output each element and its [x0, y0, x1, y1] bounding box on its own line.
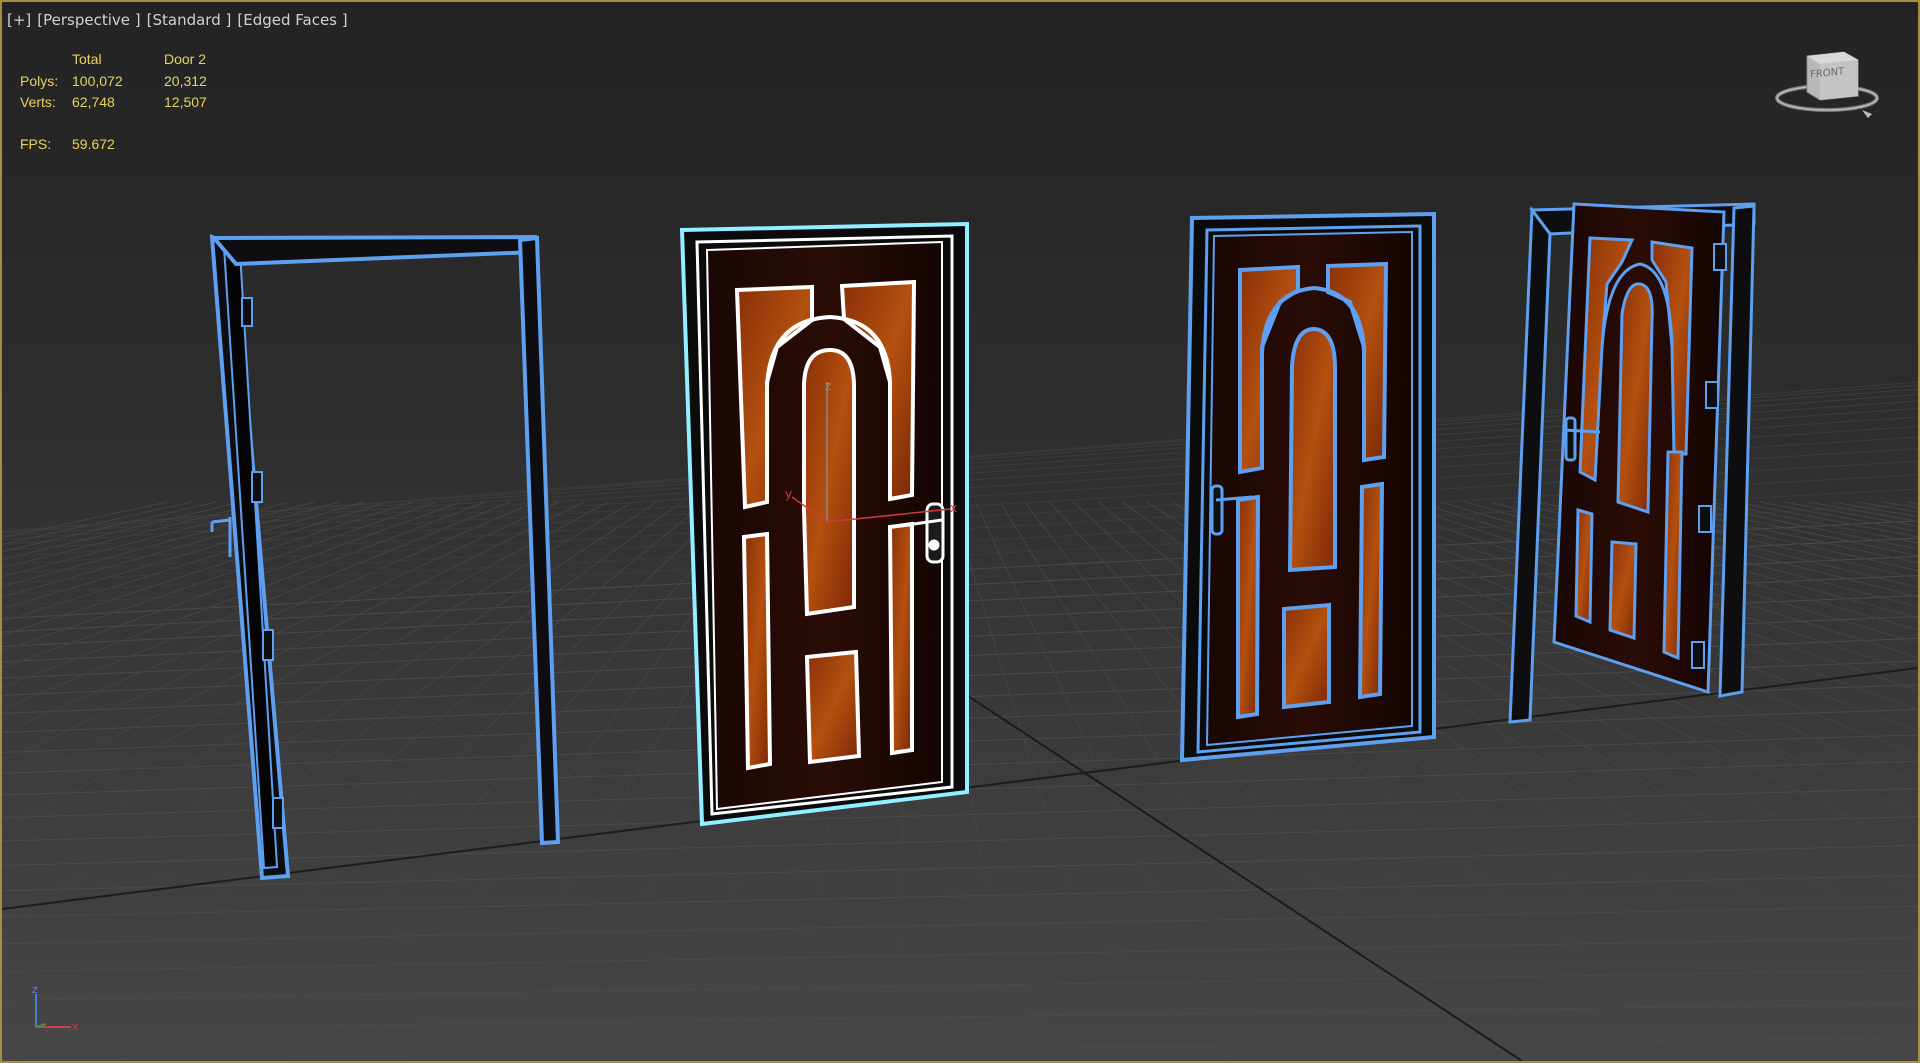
door-3[interactable]: [1179, 211, 1436, 763]
stats-total-header: Total: [72, 51, 102, 67]
perspective-viewport[interactable]: z y x [+] [Perspective] [Standard] [Ed…: [0, 0, 1920, 1063]
gizmo-z-label: z: [825, 379, 831, 393]
viewcube-icon[interactable]: [1772, 48, 1882, 128]
stats-fps-label: FPS:: [20, 136, 52, 152]
stats-verts-total: 62,748: [72, 94, 115, 110]
door-2-selected[interactable]: z y x: [679, 221, 969, 827]
stats-polys-label: Polys:: [20, 73, 59, 89]
stats-polys-total: 100,072: [72, 73, 123, 89]
stats-selected-header: Door 2: [164, 51, 207, 67]
axis-x-label: x: [72, 1020, 79, 1033]
viewport-scene[interactable]: z y x: [2, 2, 1918, 1061]
viewport-label-menu[interactable]: [+] [Perspective ] [Standard ] [Edged Fa…: [7, 11, 348, 29]
axis-tripod-icon: z x: [32, 983, 79, 1033]
viewport-shading-standard-label[interactable]: [Standard ]: [147, 11, 232, 29]
viewport-menu-button[interactable]: [+]: [7, 11, 31, 29]
gizmo-y-label: y: [785, 487, 792, 501]
door-4-open[interactable]: [1508, 202, 1756, 724]
stats-verts-label: Verts:: [20, 94, 56, 110]
viewport-display-mode-label[interactable]: [Edged Faces ]: [237, 11, 347, 29]
stats-polys-selected: 20,312: [164, 73, 207, 89]
stats-fps-value: 59.672: [72, 136, 115, 152]
viewcube[interactable]: FRONT: [1772, 48, 1882, 128]
gizmo-x-label: x: [950, 501, 957, 515]
viewport-pov-label[interactable]: [Perspective ]: [37, 11, 140, 29]
stats-verts-selected: 12,507: [164, 94, 207, 110]
axis-z-label: z: [32, 983, 38, 996]
